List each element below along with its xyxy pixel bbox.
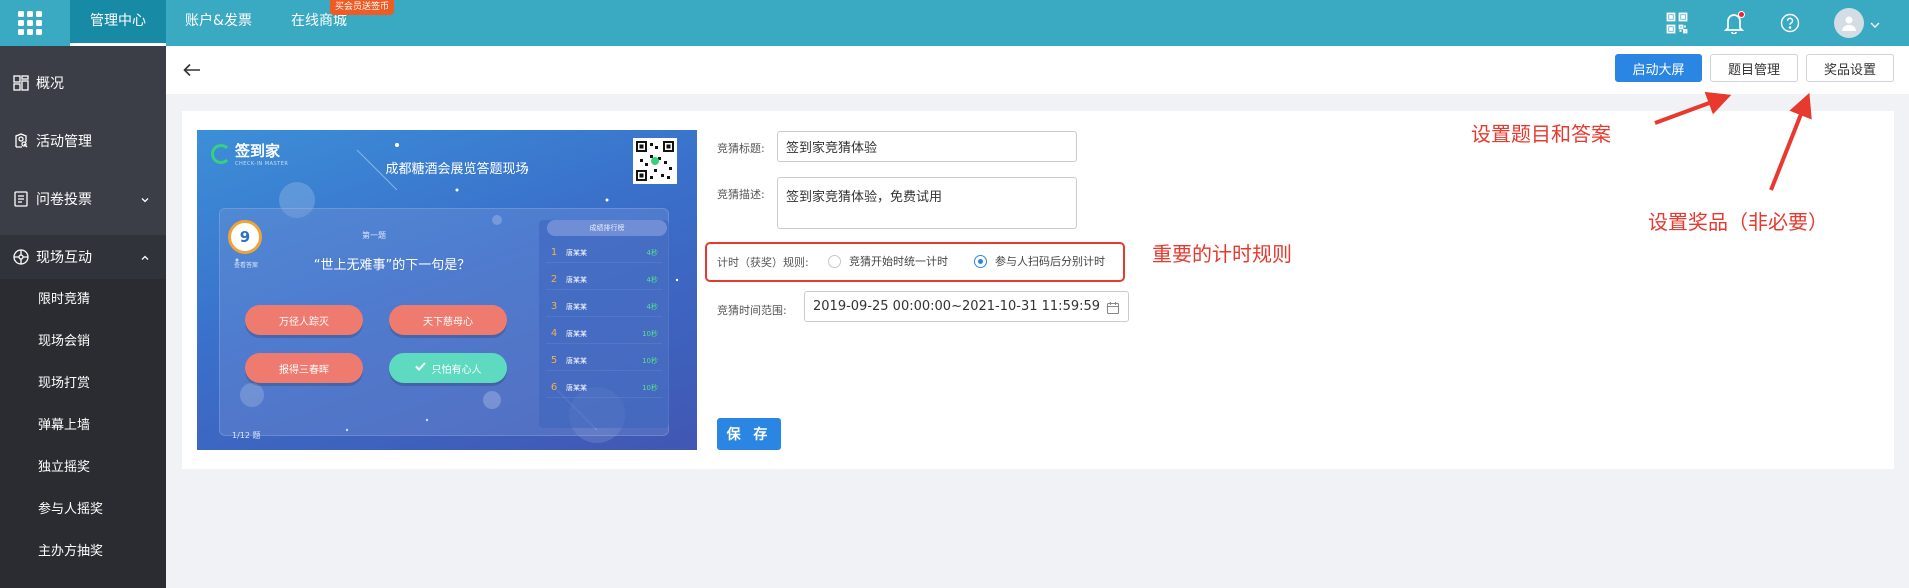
- survey-icon: [13, 191, 29, 207]
- preview-timer: 9: [228, 220, 262, 254]
- preview-timer-label: 查看答案: [233, 262, 258, 269]
- submenu-item[interactable]: 弹幕上墙: [0, 405, 166, 447]
- launch-screen-button[interactable]: 启动大屏: [1615, 54, 1702, 82]
- tab-management-center[interactable]: 管理中心: [70, 0, 166, 46]
- promo-badge: 买会员送签币: [330, 0, 395, 15]
- sidebar-item-survey[interactable]: 问卷投票: [0, 177, 166, 221]
- preview-ranking-title: 成绩排行榜: [547, 220, 667, 236]
- timing-rule-label: 计时（获奖）规则:: [717, 256, 809, 269]
- preview-question-number: 第一题: [362, 231, 386, 240]
- radio-individual-timing[interactable]: 参与人扫码后分别计时: [974, 253, 1105, 269]
- preview-option: 报得三春晖: [245, 353, 363, 383]
- submenu-item[interactable]: 限时竞猜: [0, 279, 166, 321]
- sidebar-item-label: 概况: [36, 76, 64, 92]
- page-header: 启动大屏 题目管理 奖品设置: [166, 46, 1909, 94]
- apps-grid-icon[interactable]: [0, 0, 60, 46]
- sidebar: 概况 活动管理 问卷投票 现场互动 限时竞猜 现场会销 现场打赏 弹幕上墙 独立…: [0, 46, 166, 588]
- tab-account-invoice[interactable]: 账户&发票: [166, 0, 271, 46]
- check-icon: [414, 362, 426, 374]
- sidebar-item-overview[interactable]: 概况: [0, 61, 166, 105]
- quiz-screen-preview: 签到家 CHECK-IN MASTER 成都糖酒会展览答题现场 9 查看答案 第一…: [197, 130, 697, 450]
- back-arrow-icon[interactable]: [180, 58, 204, 82]
- chevron-down-icon: [140, 193, 150, 209]
- ranking-row: 3 唐某某 4秒: [546, 297, 662, 317]
- annotation-prizes: 设置奖品（非必要）: [1648, 210, 1828, 234]
- chevron-up-icon: [140, 251, 150, 267]
- interaction-icon: [13, 249, 29, 265]
- title-label: 竞猜标题:: [717, 142, 765, 155]
- notification-dot: [1738, 11, 1745, 18]
- preview-option-correct: 只怕有心人: [389, 353, 507, 383]
- chevron-down-icon[interactable]: [1869, 16, 1881, 35]
- time-range-picker[interactable]: 2019-09-25 00:00:00~2021-10-31 11:59:59: [804, 291, 1129, 322]
- calendar-icon[interactable]: [1106, 300, 1120, 315]
- ranking-row: 4 唐某某 10秒: [546, 324, 662, 344]
- submenu-item[interactable]: 参与人摇奖: [0, 489, 166, 531]
- time-range-label: 竞猜时间范围:: [717, 304, 787, 317]
- submenu: 限时竞猜 现场会销 现场打赏 弹幕上墙 独立摇奖 参与人摇奖 主办方抽奖: [0, 279, 166, 588]
- sidebar-item-label: 问卷投票: [36, 192, 92, 208]
- annotation-timing-rule: 重要的计时规则: [1152, 242, 1292, 266]
- ranking-row: 5 唐某某 10秒: [546, 351, 662, 371]
- question-management-button[interactable]: 题目管理: [1710, 54, 1798, 82]
- sidebar-item-label: 现场互动: [36, 250, 92, 266]
- preview-title: 成都糖酒会展览答题现场: [385, 162, 529, 177]
- submenu-item[interactable]: 主办方抽奖: [0, 531, 166, 573]
- prize-settings-button[interactable]: 奖品设置: [1806, 54, 1894, 82]
- radio-circle: [828, 254, 841, 268]
- avatar-icon[interactable]: [1832, 6, 1866, 40]
- bell-icon[interactable]: [1719, 8, 1749, 38]
- description-textarea[interactable]: 签到家竞猜体验，免费试用: [777, 177, 1077, 229]
- submenu-item[interactable]: 现场打赏: [0, 363, 166, 405]
- description-label: 竞猜描述:: [717, 188, 765, 201]
- save-button[interactable]: 保 存: [717, 418, 781, 450]
- radio-circle-checked: [974, 254, 987, 268]
- preview-logo: 签到家 CHECK-IN MASTER: [211, 140, 288, 167]
- preview-page-indicator: 1/12 题: [232, 431, 261, 440]
- ranking-row: 2 唐某某 4秒: [546, 270, 662, 290]
- title-input[interactable]: 签到家竞猜体验: [777, 131, 1077, 162]
- ranking-row: 6 唐某某 10秒: [546, 378, 662, 398]
- top-navbar: 管理中心 账户&发票 在线商城 买会员送签币: [0, 0, 1909, 46]
- qrcode-icon[interactable]: [1662, 8, 1692, 38]
- preview-qrcode: [633, 138, 677, 184]
- activity-icon: [13, 133, 29, 149]
- help-icon[interactable]: [1775, 8, 1805, 38]
- sidebar-item-label: 活动管理: [36, 134, 92, 150]
- preview-option: 万径人踪灭: [245, 305, 363, 335]
- ranking-row: 1 唐某某 4秒: [546, 243, 662, 263]
- submenu-item[interactable]: 现场会销: [0, 321, 166, 363]
- submenu-item[interactable]: 独立摇奖: [0, 447, 166, 489]
- preview-option: 天下慈母心: [389, 305, 507, 335]
- radio-unified-timing[interactable]: 竞猜开始时统一计时: [828, 253, 948, 269]
- dashboard-icon: [13, 75, 29, 91]
- sidebar-item-activity[interactable]: 活动管理: [0, 119, 166, 163]
- annotation-questions: 设置题目和答案: [1471, 122, 1611, 146]
- preview-question: “世上无难事”的下一句是？: [313, 258, 471, 273]
- sidebar-item-onsite-interaction[interactable]: 现场互动: [0, 235, 166, 279]
